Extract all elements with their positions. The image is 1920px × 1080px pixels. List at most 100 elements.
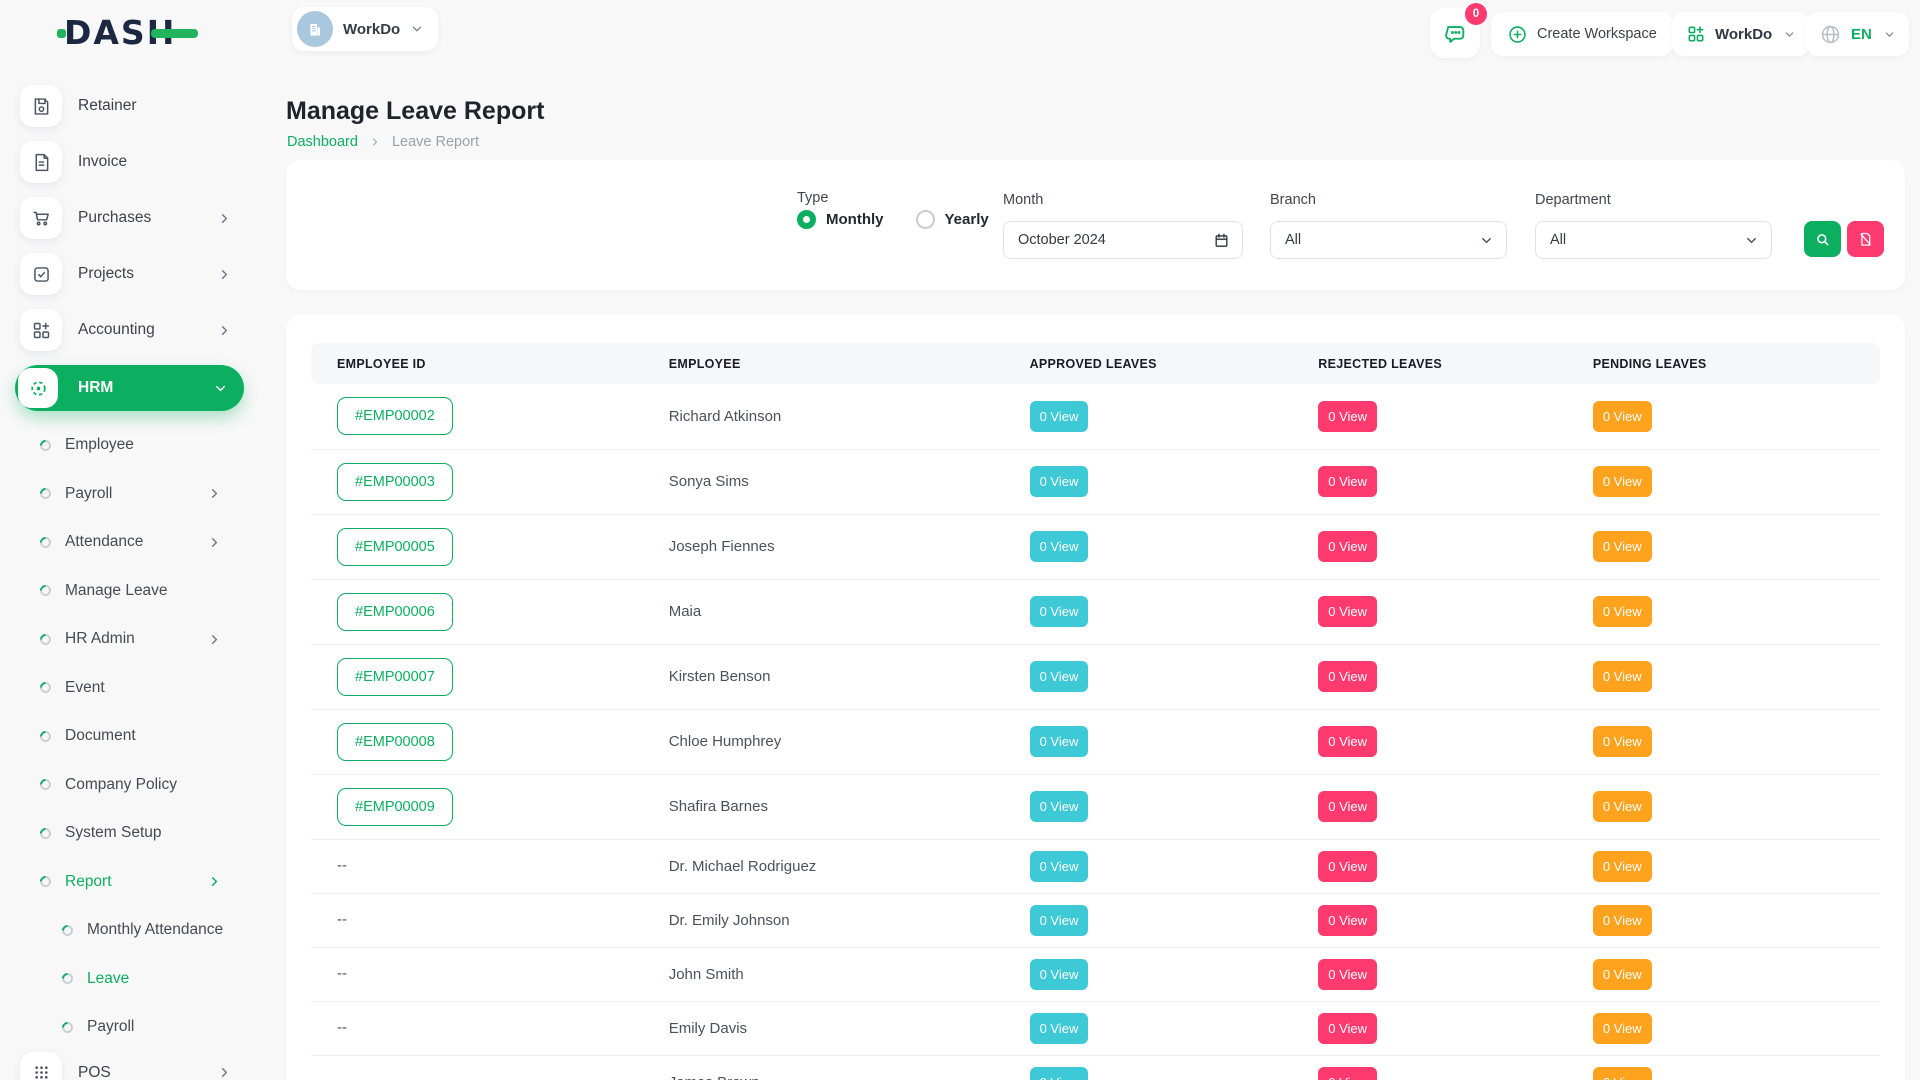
pending-leaves-view-button[interactable]: 0 View: [1593, 791, 1652, 822]
employee-id-empty: --: [337, 1073, 347, 1080]
breadcrumb-dashboard-link[interactable]: Dashboard: [287, 134, 358, 150]
employee-id-badge[interactable]: #EMP00003: [337, 463, 453, 501]
approved-leaves-view-button[interactable]: 0 View: [1030, 726, 1089, 757]
workdo-menu-button[interactable]: WorkDo: [1672, 12, 1810, 56]
sidebar-item-retainer[interactable]: Retainer: [20, 85, 242, 127]
pending-leaves-view-button[interactable]: 0 View: [1593, 1013, 1652, 1044]
messages-button[interactable]: 0: [1430, 8, 1480, 58]
rejected-leaves-view-button[interactable]: 0 View: [1318, 596, 1377, 627]
employee-id-badge[interactable]: #EMP00008: [337, 723, 453, 761]
approved-leaves-view-button[interactable]: 0 View: [1030, 466, 1089, 497]
approved-leaves-view-button[interactable]: 0 View: [1030, 851, 1089, 882]
sidebar-item-monthly-attendance[interactable]: Monthly Attendance: [0, 906, 260, 955]
sidebar-item-invoice[interactable]: Invoice: [20, 141, 242, 183]
sidebar-item-label: Retainer: [78, 97, 232, 115]
sidebar-item-manage-leave[interactable]: Manage Leave: [0, 567, 260, 616]
table-row: --John Smith0 View0 View0 View: [311, 947, 1880, 1001]
chevron-down-icon: [1479, 233, 1494, 248]
sidebar-item-attendance[interactable]: Attendance: [0, 518, 260, 567]
pending-leaves-view-button[interactable]: 0 View: [1593, 905, 1652, 936]
sidebar-item-leave[interactable]: Leave: [0, 955, 260, 1004]
language-selector[interactable]: EN: [1806, 12, 1909, 56]
rejected-leaves-view-button[interactable]: 0 View: [1318, 466, 1377, 497]
sidebar-item-label: Monthly Attendance: [87, 921, 223, 939]
table-row: --James Brown0 View0 View0 View: [311, 1055, 1880, 1080]
building-icon: [305, 19, 325, 39]
sidebar-item-projects[interactable]: Projects: [20, 253, 242, 295]
rejected-leaves-view-button[interactable]: 0 View: [1318, 661, 1377, 692]
approved-leaves-view-button[interactable]: 0 View: [1030, 1067, 1089, 1080]
column-header-pending-leaves: PENDING LEAVES: [1593, 343, 1880, 384]
brand-logo[interactable]: DASH: [64, 13, 204, 51]
breadcrumb-current: Leave Report: [392, 134, 479, 150]
rejected-leaves-view-button[interactable]: 0 View: [1318, 791, 1377, 822]
approved-leaves-view-button[interactable]: 0 View: [1030, 905, 1089, 936]
rejected-leaves-view-button[interactable]: 0 View: [1318, 905, 1377, 936]
rejected-leaves-view-button[interactable]: 0 View: [1318, 1067, 1377, 1080]
sidebar-item-payroll[interactable]: Payroll: [0, 1003, 260, 1052]
yearly-radio-label[interactable]: Yearly: [945, 211, 989, 228]
sidebar-item-hr-admin[interactable]: HR Admin: [0, 615, 260, 664]
branch-value: All: [1285, 232, 1479, 248]
rejected-leaves-view-button[interactable]: 0 View: [1318, 401, 1377, 432]
approved-leaves-view-button[interactable]: 0 View: [1030, 1013, 1089, 1044]
workspace-selector[interactable]: WorkDo: [292, 7, 438, 51]
chevron-down-icon: [1883, 28, 1896, 41]
rejected-leaves-view-button[interactable]: 0 View: [1318, 726, 1377, 757]
approved-leaves-view-button[interactable]: 0 View: [1030, 596, 1089, 627]
sidebar-item-hrm[interactable]: HRM: [15, 365, 244, 411]
branch-select[interactable]: All: [1270, 221, 1507, 259]
monthly-radio[interactable]: [797, 210, 816, 229]
chat-icon: [1442, 20, 1468, 46]
pending-leaves-view-button[interactable]: 0 View: [1593, 959, 1652, 990]
sidebar-item-system-setup[interactable]: System Setup: [0, 809, 260, 858]
calendar-icon[interactable]: [1213, 232, 1230, 249]
sidebar-item-label: Payroll: [87, 1018, 222, 1036]
reset-button[interactable]: [1847, 221, 1884, 257]
sidebar-item-report[interactable]: Report: [0, 858, 260, 907]
approved-leaves-view-button[interactable]: 0 View: [1030, 791, 1089, 822]
rejected-leaves-view-button[interactable]: 0 View: [1318, 851, 1377, 882]
monthly-radio-label[interactable]: Monthly: [826, 211, 884, 228]
employee-name: Chloe Humphrey: [669, 709, 1030, 774]
approved-leaves-view-button[interactable]: 0 View: [1030, 401, 1089, 432]
sidebar-item-pos[interactable]: POS: [20, 1052, 242, 1080]
sidebar-item-purchases[interactable]: Purchases: [20, 197, 242, 239]
employee-name: Kirsten Benson: [669, 644, 1030, 709]
sidebar-item-company-policy[interactable]: Company Policy: [0, 761, 260, 810]
pending-leaves-view-button[interactable]: 0 View: [1593, 531, 1652, 562]
sidebar-item-accounting[interactable]: Accounting: [20, 309, 242, 351]
employee-id-badge[interactable]: #EMP00005: [337, 528, 453, 566]
pending-leaves-view-button[interactable]: 0 View: [1593, 596, 1652, 627]
approved-leaves-view-button[interactable]: 0 View: [1030, 661, 1089, 692]
sidebar-item-payroll[interactable]: Payroll: [0, 470, 260, 519]
pending-leaves-view-button[interactable]: 0 View: [1593, 661, 1652, 692]
employee-id-badge[interactable]: #EMP00009: [337, 788, 453, 826]
pending-leaves-view-button[interactable]: 0 View: [1593, 401, 1652, 432]
month-input[interactable]: October 2024: [1003, 221, 1243, 259]
search-button[interactable]: [1804, 221, 1841, 257]
pending-leaves-view-button[interactable]: 0 View: [1593, 466, 1652, 497]
sidebar-item-event[interactable]: Event: [0, 664, 260, 713]
employee-id-badge[interactable]: #EMP00007: [337, 658, 453, 696]
pending-leaves-view-button[interactable]: 0 View: [1593, 1067, 1652, 1080]
rejected-leaves-view-button[interactable]: 0 View: [1318, 959, 1377, 990]
yearly-radio[interactable]: [916, 210, 935, 229]
pending-leaves-view-button[interactable]: 0 View: [1593, 851, 1652, 882]
chevron-right-icon: [207, 486, 222, 501]
employee-id-badge[interactable]: #EMP00006: [337, 593, 453, 631]
sidebar-item-document[interactable]: Document: [0, 712, 260, 761]
sidebar-item-employee[interactable]: Employee: [0, 421, 260, 470]
approved-leaves-view-button[interactable]: 0 View: [1030, 531, 1089, 562]
create-workspace-button[interactable]: Create Workspace: [1491, 12, 1673, 56]
department-select[interactable]: All: [1535, 221, 1772, 259]
rejected-leaves-view-button[interactable]: 0 View: [1318, 531, 1377, 562]
employee-id-badge[interactable]: #EMP00002: [337, 397, 453, 435]
table-row: --Dr. Michael Rodriguez0 View0 View0 Vie…: [311, 839, 1880, 893]
approved-leaves-view-button[interactable]: 0 View: [1030, 959, 1089, 990]
pending-leaves-view-button[interactable]: 0 View: [1593, 726, 1652, 757]
bullet-icon: [38, 486, 54, 502]
rejected-leaves-view-button[interactable]: 0 View: [1318, 1013, 1377, 1044]
table-row: #EMP00006Maia0 View0 View0 View: [311, 579, 1880, 644]
plus-circle-icon: [1507, 24, 1528, 45]
